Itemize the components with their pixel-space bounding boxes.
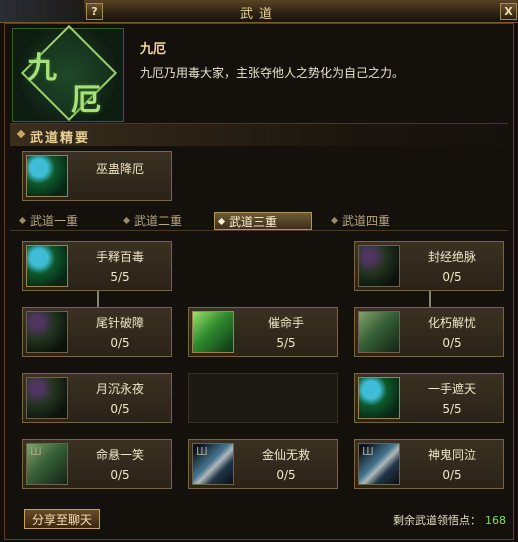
points-value: 168 (485, 514, 506, 527)
skill-level: 5/5 (276, 336, 296, 350)
tier-tabs: 武道一重 武道二重 武道三重 武道四重 (10, 212, 508, 231)
skill-name: 一手遮天 (427, 382, 476, 396)
trident-mark-icon: Ш (362, 445, 374, 458)
skill-slot-hand-poison[interactable]: 手释百毒 5/5 (22, 241, 172, 291)
skill-slot-tail-needle[interactable]: 尾针破障 0/5 (22, 307, 172, 357)
skill-level: 0/5 (442, 270, 462, 284)
window-title: 武道 (239, 7, 278, 22)
emblem-char-2: 厄 (71, 83, 101, 118)
tab-bullet-icon (122, 216, 131, 225)
skill-name: 手释百毒 (95, 250, 144, 264)
tab-tier-3[interactable]: 武道三重 (214, 212, 312, 230)
tab-label: 武道三重 (229, 215, 278, 229)
essence-section-title: 武道精要 (30, 131, 91, 146)
blade-slash-icon[interactable]: Ш (192, 443, 234, 485)
close-button[interactable]: X (500, 3, 517, 20)
skill-slot-seal-meridians[interactable]: 封经绝脉 0/5 (354, 241, 504, 291)
skill-name: 催命手 (267, 316, 304, 330)
skill-slot-life-smile[interactable]: Ш 命悬一笑 0/5 (22, 439, 172, 489)
section-bullet-icon (16, 129, 26, 139)
emblem-char-1: 九 (27, 51, 57, 86)
tab-label: 武道一重 (30, 214, 79, 228)
seal-meridian-icon[interactable] (358, 245, 400, 287)
skill-slot-cover-sky[interactable]: 一手遮天 5/5 (354, 373, 504, 423)
remaining-points: 剩余武道领悟点： 168 (393, 512, 506, 528)
tab-bullet-icon (217, 217, 226, 226)
skill-level: 0/5 (110, 402, 130, 416)
skill-level: 0/5 (110, 468, 130, 482)
skill-slot-immortal-no-save[interactable]: Ш 金仙无救 0/5 (188, 439, 338, 489)
points-label: 剩余武道领悟点： (393, 514, 481, 527)
tail-needle-icon[interactable] (26, 311, 68, 353)
skill-name: 月沉永夜 (95, 382, 144, 396)
skill-name: 封经绝脉 (427, 250, 476, 264)
tab-bullet-icon (330, 216, 339, 225)
skill-connector (429, 290, 431, 308)
tab-tier-2[interactable]: 武道二重 (120, 212, 220, 230)
skill-level: 5/5 (110, 270, 130, 284)
school-description: 九厄乃用毒大家，主张夺他人之势化为自己之力。 (140, 66, 405, 80)
eternal-night-icon[interactable] (26, 377, 68, 419)
school-name: 九厄 (140, 42, 167, 57)
essence-section-header: 武道精要 (10, 123, 508, 146)
skill-level: 5/5 (442, 402, 462, 416)
skill-connector (97, 290, 99, 308)
school-emblem: 九 厄 (12, 24, 124, 122)
fatal-hand-icon[interactable] (192, 311, 234, 353)
trident-mark-icon: Ш (196, 445, 208, 458)
skill-level: 0/5 (110, 336, 130, 350)
decay-relief-icon[interactable] (358, 311, 400, 353)
essence-skill-slot[interactable]: 巫蛊降厄 (22, 151, 172, 201)
skill-name: 命悬一笑 (95, 448, 144, 462)
skill-name: 尾针破障 (95, 316, 144, 330)
skill-level: 0/5 (276, 468, 296, 482)
skill-slot-fatal-hand[interactable]: 催命手 5/5 (188, 307, 338, 357)
tab-label: 武道四重 (342, 214, 391, 228)
poison-hand-icon[interactable] (26, 245, 68, 287)
tab-label: 武道二重 (134, 214, 183, 228)
skill-slot-eternal-night[interactable]: 月沉永夜 0/5 (22, 373, 172, 423)
life-smile-icon[interactable]: Ш (26, 443, 68, 485)
skill-name: 金仙无救 (261, 448, 310, 462)
martial-way-window: ? 武道 X 九 厄 九厄 九厄乃用毒大家，主张夺他人之势化为自己之力。 武道精… (0, 0, 518, 542)
tab-bullet-icon (18, 216, 27, 225)
share-to-chat-button[interactable]: 分享至聊天 (24, 509, 100, 529)
cover-sky-icon[interactable] (358, 377, 400, 419)
tab-tier-4[interactable]: 武道四重 (328, 212, 428, 230)
title-bar[interactable]: ? 武道 X (0, 0, 518, 23)
skill-name: 巫蛊降厄 (95, 162, 144, 176)
skill-level: 0/5 (442, 468, 462, 482)
empty-skill-slot (188, 373, 338, 423)
tab-tier-1[interactable]: 武道一重 (16, 212, 116, 230)
poison-spirit-icon[interactable] (26, 155, 68, 197)
skill-level: 0/5 (442, 336, 462, 350)
trident-mark-icon: Ш (30, 445, 42, 458)
skill-slot-ghosts-weep[interactable]: Ш 神鬼同泣 0/5 (354, 439, 504, 489)
skill-name: 化朽解忧 (427, 316, 476, 330)
skill-name: 神鬼同泣 (427, 448, 476, 462)
skill-slot-decay-relief[interactable]: 化朽解忧 0/5 (354, 307, 504, 357)
blade-slash-icon[interactable]: Ш (358, 443, 400, 485)
